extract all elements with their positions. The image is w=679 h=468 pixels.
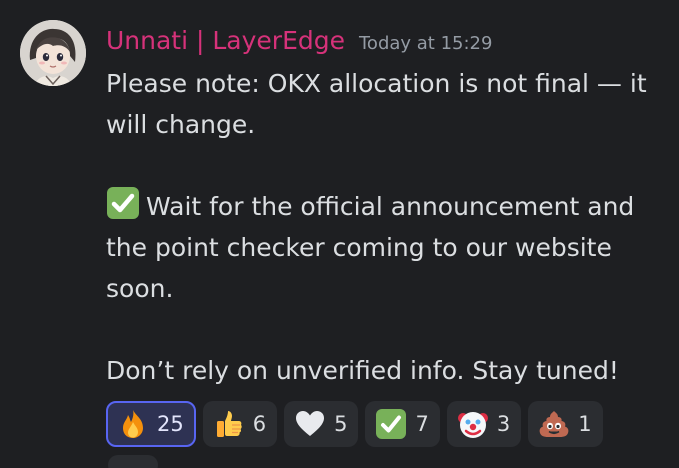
fire-icon [123, 410, 143, 438]
reaction-count: 25 [157, 412, 184, 436]
avatar[interactable] [20, 20, 86, 86]
reaction-count: 7 [415, 412, 429, 436]
reaction-fire[interactable]: 25 [106, 401, 196, 447]
username[interactable]: Unnati | LayerEdge [106, 26, 345, 55]
add-reaction-button[interactable] [108, 455, 158, 468]
check-mark-button-icon [376, 409, 407, 439]
reaction-count: 6 [252, 412, 267, 436]
reactions-bar: 25 6 5 7 3 1 [106, 401, 603, 447]
message-line-3: Don’t rely on unverified info. Stay tune… [106, 356, 619, 385]
reaction-check-mark[interactable]: 7 [365, 401, 440, 447]
message-header: Unnati | LayerEdge Today at 15:29 [106, 26, 492, 55]
thumbs-up-icon [216, 411, 242, 437]
reaction-thumbs-up[interactable]: 6 [202, 401, 278, 447]
check-mark-button-icon [107, 187, 139, 219]
reaction-count: 1 [578, 412, 592, 436]
reaction-white-heart[interactable]: 5 [284, 401, 359, 447]
white-heart-icon [296, 411, 325, 436]
message-line-1: Please note: OKX allocation is not final… [106, 69, 647, 139]
reaction-count: 3 [496, 412, 511, 436]
pile-of-poo-icon [539, 411, 569, 437]
message-line-2: Wait for the official announcement and t… [106, 186, 666, 309]
reaction-count: 5 [334, 412, 348, 436]
reaction-clown-face[interactable]: 3 [446, 401, 522, 447]
timestamp[interactable]: Today at 15:29 [359, 33, 492, 54]
avatar-image [20, 20, 86, 86]
clown-face-icon [457, 412, 488, 438]
message-content: Please note: OKX allocation is not final… [106, 63, 666, 391]
chat-message: Unnati | LayerEdge Today at 15:29 Please… [0, 0, 679, 468]
reaction-pile-of-poo[interactable]: 1 [528, 401, 603, 447]
message-line-2-text: Wait for the official announcement and t… [106, 192, 635, 303]
